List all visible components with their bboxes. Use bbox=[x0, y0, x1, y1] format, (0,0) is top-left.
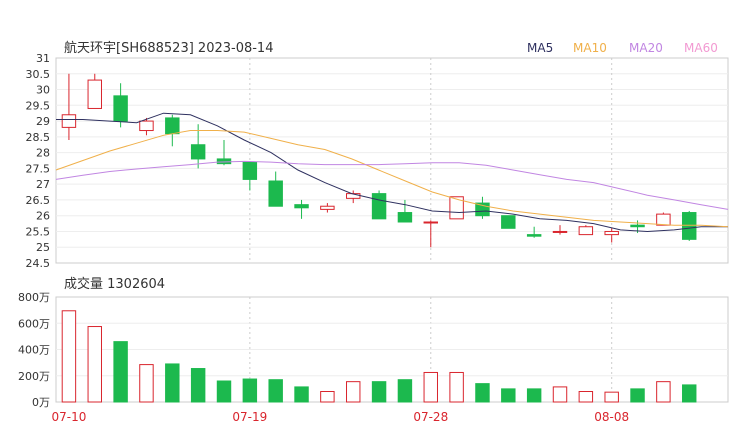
volume-bar bbox=[630, 388, 645, 403]
candle-body bbox=[165, 117, 180, 135]
volume-tick-label: 600万 bbox=[18, 317, 50, 330]
price-tick-label: 24.5 bbox=[26, 257, 51, 270]
volume-bars bbox=[61, 310, 697, 403]
volume-bar bbox=[216, 380, 232, 403]
volume-tick-label: 400万 bbox=[18, 344, 50, 357]
date-axis: 07-10 07-19 07-28 08-08 bbox=[51, 410, 629, 424]
candle-body bbox=[526, 234, 542, 237]
stock-chart: 航天环宇[SH688523] 2023-08-14 MA5 MA10 MA20 … bbox=[18, 40, 729, 424]
moving-average-lines bbox=[55, 112, 729, 233]
candle-body bbox=[501, 215, 516, 229]
volume-bar bbox=[449, 371, 464, 403]
volume-bar bbox=[656, 381, 671, 403]
price-tick-label: 28 bbox=[36, 147, 50, 160]
candle-body bbox=[552, 230, 568, 233]
candle-body bbox=[682, 212, 697, 240]
volume-bar bbox=[604, 391, 619, 403]
volume-bar bbox=[552, 386, 568, 403]
volume-bar bbox=[165, 363, 180, 403]
candle-body bbox=[604, 230, 619, 236]
volume-tick-label: 800万 bbox=[18, 291, 50, 304]
candle-body bbox=[294, 204, 309, 209]
candle-body bbox=[139, 120, 154, 132]
volume-bar bbox=[682, 384, 697, 403]
volume-bar bbox=[475, 383, 490, 403]
volume-title: 成交量 1302604 bbox=[64, 276, 165, 292]
volume-bar bbox=[423, 371, 438, 403]
candle-body bbox=[216, 158, 232, 165]
legend-ma10: MA10 bbox=[573, 41, 607, 55]
date-tick-label: 07-10 bbox=[51, 410, 86, 424]
volume-bar bbox=[139, 364, 154, 403]
chart-title: 航天环宇[SH688523] 2023-08-14 bbox=[64, 40, 273, 56]
price-tick-label: 26 bbox=[36, 210, 50, 223]
volume-tick-label: 200万 bbox=[18, 370, 50, 383]
price-axis: 24.5 25 25.5 26 26.5 27 27.5 28 28.5 29 29.5 30 30.5… bbox=[26, 52, 51, 270]
price-tick-label: 31 bbox=[36, 52, 50, 65]
candle-body bbox=[87, 79, 102, 109]
ma10-line bbox=[55, 130, 729, 228]
candle-body bbox=[578, 226, 594, 236]
legend-ma60: MA60 bbox=[684, 41, 718, 55]
volume-bar bbox=[526, 388, 542, 403]
volume-bar bbox=[320, 391, 335, 403]
price-tick-label: 27 bbox=[36, 178, 50, 191]
legend-ma20: MA20 bbox=[629, 41, 663, 55]
candle-body bbox=[630, 224, 645, 228]
date-tick-label: 08-08 bbox=[594, 410, 629, 424]
price-tick-label: 30 bbox=[36, 84, 50, 97]
candle-body bbox=[320, 205, 335, 210]
candle-body bbox=[61, 114, 77, 128]
candle-body bbox=[656, 213, 671, 226]
price-tick-label: 26.5 bbox=[26, 194, 51, 207]
volume-bar bbox=[397, 379, 413, 403]
volume-bar bbox=[113, 341, 128, 403]
price-tick-label: 28.5 bbox=[26, 131, 51, 144]
volume-bar bbox=[294, 386, 309, 403]
volume-axis: 0万 200万 400万 600万 800万 bbox=[18, 291, 50, 409]
price-tick-label: 27.5 bbox=[26, 162, 51, 175]
legend: MA5 MA10 MA20 MA60 bbox=[527, 41, 718, 55]
candle-body bbox=[268, 180, 283, 207]
volume-bar bbox=[190, 368, 206, 403]
candle-body bbox=[371, 193, 387, 220]
ma5-line bbox=[56, 112, 728, 233]
price-tick-label: 29.5 bbox=[26, 99, 51, 112]
date-tick-label: 07-19 bbox=[232, 410, 267, 424]
candle-body bbox=[113, 95, 128, 122]
volume-bar bbox=[87, 326, 102, 403]
volume-grid bbox=[56, 322, 728, 377]
volume-bar bbox=[61, 310, 77, 403]
legend-ma5: MA5 bbox=[527, 41, 553, 55]
candle-body bbox=[242, 161, 258, 180]
candle-body bbox=[423, 221, 438, 224]
candle-body bbox=[190, 144, 206, 160]
price-tick-label: 25 bbox=[36, 241, 50, 254]
price-panel-border bbox=[55, 57, 729, 264]
volume-bar bbox=[346, 381, 361, 403]
volume-bar bbox=[268, 379, 283, 403]
price-tick-label: 29 bbox=[36, 115, 50, 128]
volume-tick-label: 0万 bbox=[32, 396, 50, 409]
volume-bar bbox=[242, 378, 258, 403]
price-tick-label: 30.5 bbox=[26, 68, 51, 81]
volume-bar bbox=[371, 381, 387, 403]
candle-body bbox=[397, 212, 413, 223]
volume-bar bbox=[578, 391, 594, 403]
volume-bar bbox=[501, 388, 516, 403]
date-tick-label: 07-28 bbox=[413, 410, 448, 424]
price-tick-label: 25.5 bbox=[26, 225, 51, 238]
